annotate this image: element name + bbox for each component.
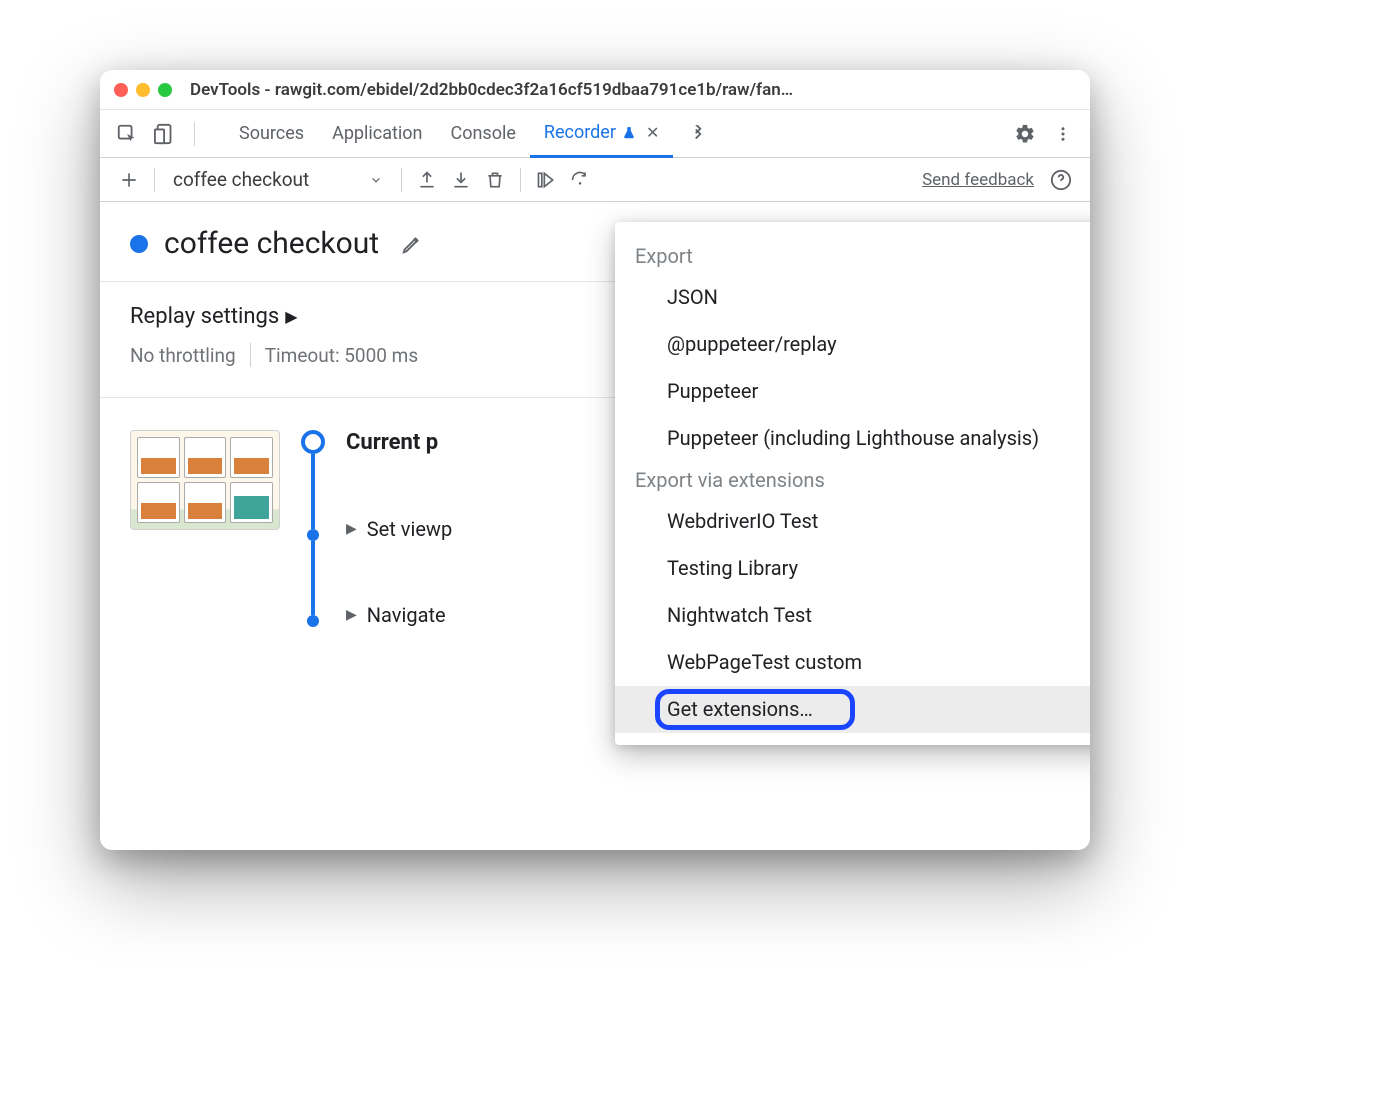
tab-console[interactable]: Console — [436, 110, 529, 158]
get-extensions-label: Get extensions… — [667, 697, 813, 721]
tabs-list: Sources Application Console Recorder ✕ — [225, 110, 715, 158]
tab-application[interactable]: Application — [318, 110, 436, 158]
export-puppeteer-replay-item[interactable]: @puppeteer/replay — [615, 321, 1090, 368]
divider — [250, 343, 251, 367]
timeline-start-node — [301, 430, 325, 454]
recording-name: coffee checkout — [173, 168, 309, 191]
export-webpagetest-item[interactable]: WebPageTest custom — [615, 639, 1090, 686]
recording-title: coffee checkout — [164, 226, 379, 261]
chevron-down-icon — [369, 173, 383, 187]
panel-tabs-row: Sources Application Console Recorder ✕ — [100, 110, 1090, 158]
throttling-value: No throttling — [130, 344, 236, 367]
close-window-button[interactable] — [114, 83, 128, 97]
timeline-track — [298, 430, 328, 627]
step-label: Navigate — [367, 603, 446, 627]
titlebar: DevTools - rawgit.com/ebidel/2d2bb0cdec3… — [100, 70, 1090, 110]
send-feedback-link[interactable]: Send feedback — [922, 170, 1034, 190]
close-tab-icon[interactable]: ✕ — [646, 123, 659, 142]
replay-settings-label: Replay settings — [130, 304, 279, 329]
divider — [194, 122, 195, 146]
export-testing-library-item[interactable]: Testing Library — [615, 545, 1090, 592]
window-controls — [114, 83, 172, 97]
more-tabs-icon[interactable] — [681, 117, 715, 151]
export-puppeteer-lighthouse-item[interactable]: Puppeteer (including Lighthouse analysis… — [615, 415, 1090, 462]
export-puppeteer-item[interactable]: Puppeteer — [615, 368, 1090, 415]
timeline-node — [307, 529, 319, 541]
tab-recorder[interactable]: Recorder ✕ — [530, 110, 673, 158]
more-options-icon[interactable] — [1046, 117, 1080, 151]
divider — [520, 168, 521, 192]
help-icon[interactable] — [1044, 163, 1078, 197]
edit-name-icon[interactable] — [395, 227, 429, 261]
flask-icon — [622, 126, 636, 140]
step-label: Set viewp — [367, 517, 452, 541]
settings-icon[interactable] — [1008, 117, 1042, 151]
chevron-right-icon: ▶ — [285, 307, 297, 326]
export-dropdown: Export JSON @puppeteer/replay Puppeteer … — [615, 222, 1090, 745]
step-replay-icon[interactable] — [529, 163, 563, 197]
new-recording-icon[interactable] — [112, 163, 146, 197]
get-extensions-item[interactable]: Get extensions… — [615, 686, 1090, 733]
device-toolbar-icon[interactable] — [148, 117, 182, 151]
replay-loop-icon[interactable] — [563, 163, 597, 197]
timeline-node — [307, 615, 319, 627]
window-title: DevTools - rawgit.com/ebidel/2d2bb0cdec3… — [190, 80, 1076, 100]
import-icon[interactable] — [444, 163, 478, 197]
delete-icon[interactable] — [478, 163, 512, 197]
timeout-value: Timeout: 5000 ms — [265, 344, 418, 367]
dropdown-section-header: Export via extensions — [615, 462, 1090, 498]
maximize-window-button[interactable] — [158, 83, 172, 97]
recording-indicator-icon — [130, 235, 148, 253]
devtools-window: DevTools - rawgit.com/ebidel/2d2bb0cdec3… — [100, 70, 1090, 850]
export-webdriverio-item[interactable]: WebdriverIO Test — [615, 498, 1090, 545]
divider — [401, 168, 402, 192]
inspect-element-icon[interactable] — [110, 117, 144, 151]
export-nightwatch-item[interactable]: Nightwatch Test — [615, 592, 1090, 639]
page-thumbnail — [130, 430, 280, 530]
expand-icon: ▶ — [346, 521, 357, 537]
export-icon[interactable] — [410, 163, 444, 197]
expand-icon: ▶ — [346, 607, 357, 623]
tab-sources[interactable]: Sources — [225, 110, 318, 158]
divider — [154, 168, 155, 192]
recorder-toolbar: coffee checkout Send feedback — [100, 158, 1090, 202]
recording-selector[interactable]: coffee checkout — [163, 168, 393, 191]
dropdown-section-header: Export — [615, 238, 1090, 274]
minimize-window-button[interactable] — [136, 83, 150, 97]
tab-label: Recorder — [544, 122, 616, 143]
export-json-item[interactable]: JSON — [615, 274, 1090, 321]
